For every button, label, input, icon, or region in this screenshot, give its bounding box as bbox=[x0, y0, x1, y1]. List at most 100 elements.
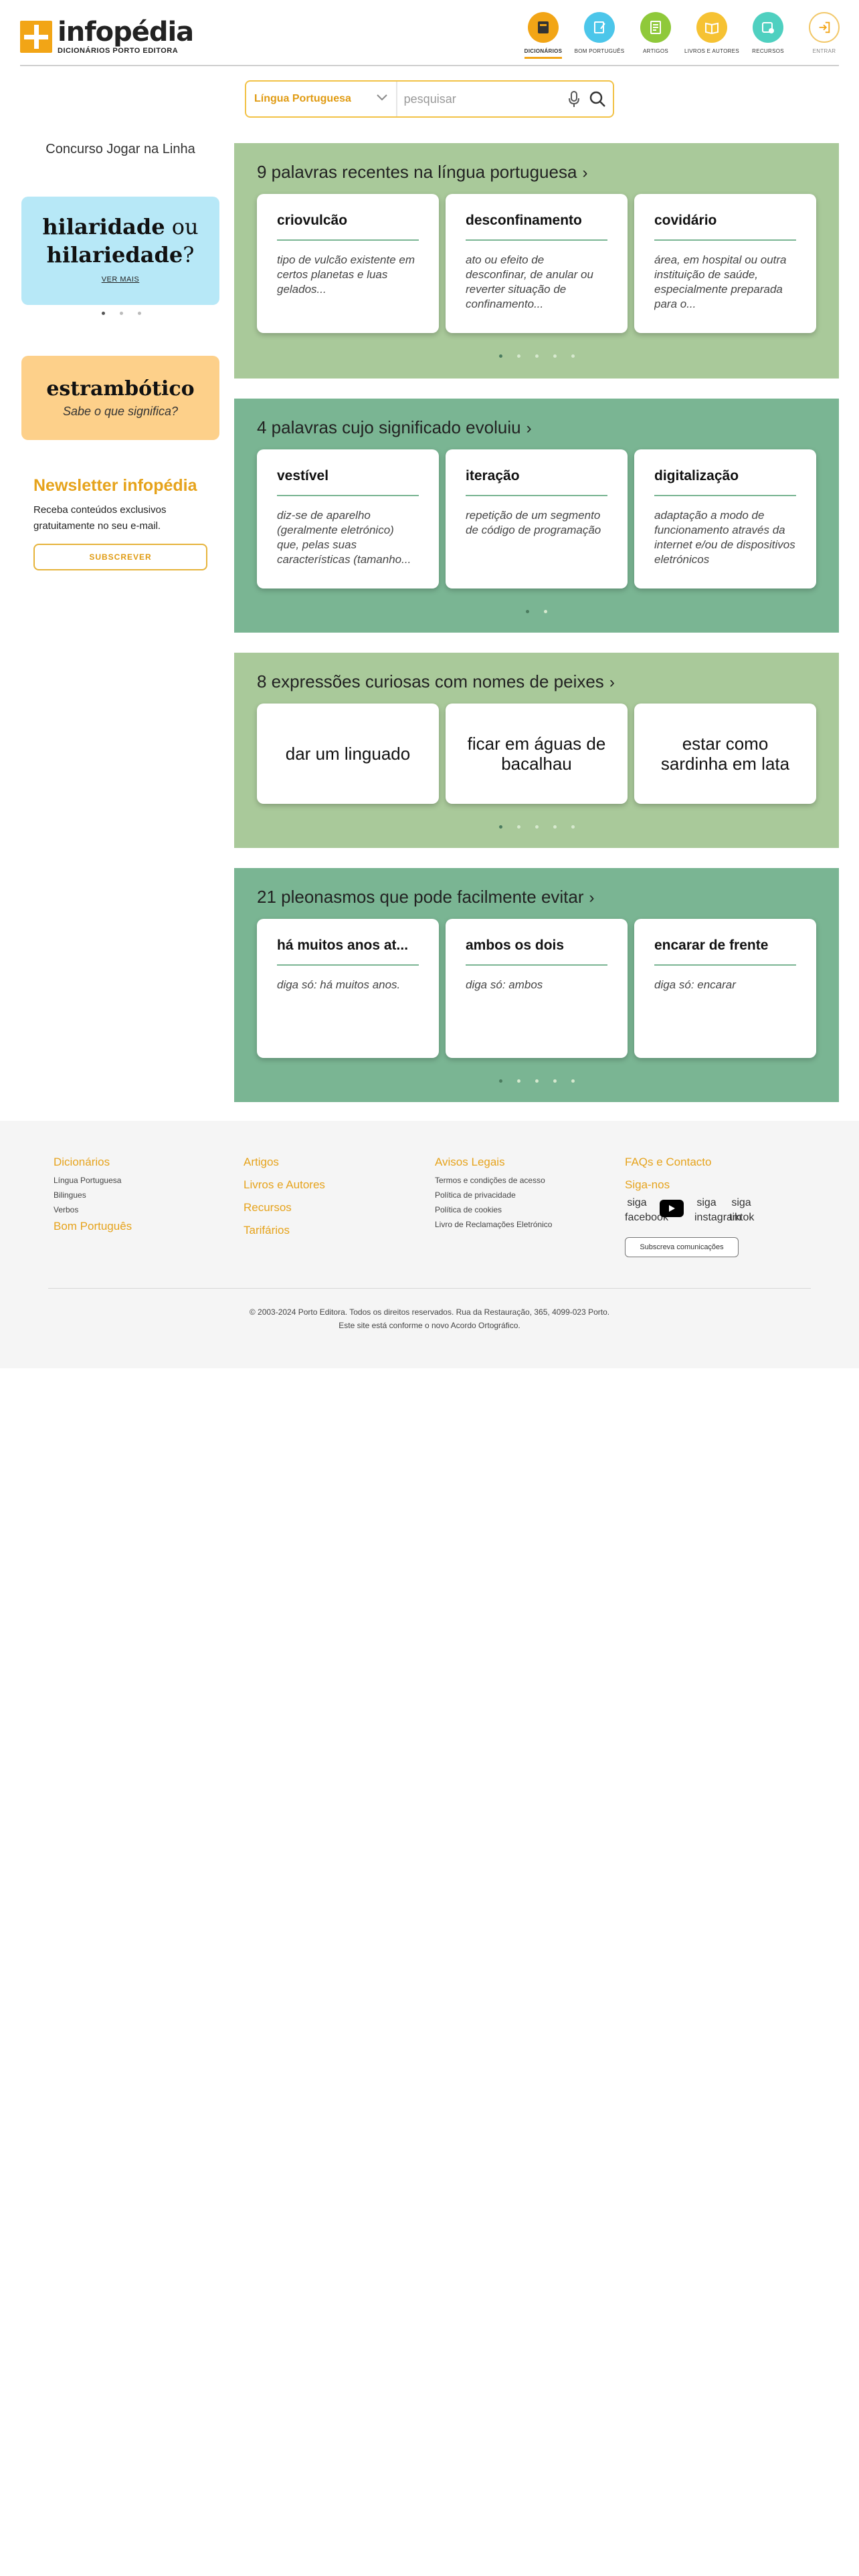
footer-heading[interactable]: Avisos Legais bbox=[435, 1156, 552, 1169]
word-card[interactable]: iteração repetição de um segmento de cód… bbox=[446, 449, 628, 588]
carousel-dot[interactable] bbox=[553, 1079, 557, 1083]
main-nav: DICIONÁRIOS BOM PORTUGUÊS ARTIGOS LIVROS… bbox=[515, 12, 852, 59]
footer-link[interactable]: Verbos bbox=[54, 1205, 132, 1214]
carousel-dot[interactable] bbox=[516, 1079, 520, 1083]
footer-link[interactable]: Bilingues bbox=[54, 1190, 132, 1200]
expression-card[interactable]: ficar em águas de bacalhau bbox=[446, 704, 628, 804]
carousel-dot[interactable] bbox=[535, 354, 539, 358]
nav-active-underline bbox=[524, 57, 562, 59]
word-card-title: encarar de frente bbox=[654, 938, 796, 966]
section-fish-expressions: 8 expressões curiosas com nomes de peixe… bbox=[234, 653, 839, 848]
nav-item-entrar[interactable]: ENTRAR bbox=[796, 12, 852, 59]
subscribe-communications-button[interactable]: Subscreva comunicações bbox=[625, 1237, 739, 1257]
facebook-icon[interactable]: siga facebook bbox=[625, 1196, 668, 1225]
footer-link[interactable]: Livro de Reclamações Eletrónico bbox=[435, 1220, 552, 1229]
carousel-dot[interactable] bbox=[553, 825, 557, 829]
carousel-dot[interactable] bbox=[544, 610, 547, 613]
carousel-dot[interactable] bbox=[102, 312, 105, 315]
word-card[interactable]: há muitos anos at... diga só: há muitos … bbox=[257, 919, 439, 1058]
word-card-definition: área, em hospital ou outra instituição d… bbox=[654, 253, 787, 310]
footer-heading[interactable]: Dicionários bbox=[54, 1156, 132, 1169]
footer-link[interactable]: Termos e condições de acesso bbox=[435, 1176, 552, 1185]
carousel-dot[interactable] bbox=[535, 1079, 539, 1083]
word-card-definition: diga só: encarar bbox=[654, 978, 736, 991]
footer-heading[interactable]: Artigos bbox=[244, 1156, 325, 1169]
word-of-day-card[interactable]: estrambótico Sabe o que significa? bbox=[21, 356, 219, 440]
carousel-dot[interactable] bbox=[498, 354, 502, 358]
carousel-dot[interactable] bbox=[516, 354, 520, 358]
word-card-title: há muitos anos at... bbox=[277, 938, 419, 966]
instagram-icon[interactable]: siga instagram bbox=[694, 1196, 741, 1225]
header: infopédia DICIONÁRIOS PORTO EDITORA DICI… bbox=[0, 0, 859, 66]
expression-card[interactable]: estar como sardinha em lata bbox=[634, 704, 816, 804]
word-card-definition: repetição de um segmento de código de pr… bbox=[466, 509, 601, 536]
section-title-link[interactable]: 21 pleonasmos que pode facilmente evitar… bbox=[257, 887, 595, 907]
nav-item-recursos[interactable]: RECURSOS bbox=[740, 12, 796, 59]
word-card-title: digitalização bbox=[654, 468, 796, 496]
dictionary-select[interactable]: Língua Portuguesa bbox=[246, 82, 397, 116]
word-card[interactable]: desconfinamento ato ou efeito de desconf… bbox=[446, 194, 628, 333]
tiktok-icon[interactable]: siga tiktok bbox=[729, 1196, 754, 1225]
expression-card[interactable]: dar um linguado bbox=[257, 704, 439, 804]
search-input[interactable] bbox=[397, 82, 566, 116]
word-card[interactable]: vestível diz-se de aparelho (geralmente … bbox=[257, 449, 439, 588]
carousel-dot[interactable] bbox=[498, 825, 502, 829]
carousel-dot[interactable] bbox=[535, 825, 539, 829]
word-doubt-card[interactable]: hilaridade ou hilariedade? VER MAIS bbox=[21, 197, 219, 305]
word-card[interactable]: ambos os dois diga só: ambos bbox=[446, 919, 628, 1058]
footer-heading: Siga-nos bbox=[625, 1178, 670, 1191]
page: infopédia DICIONÁRIOS PORTO EDITORA DICI… bbox=[0, 0, 859, 2576]
nav-item-bom-portugues[interactable]: BOM PORTUGUÊS bbox=[571, 12, 628, 59]
carousel-dot[interactable] bbox=[571, 354, 575, 358]
cards-row: vestível diz-se de aparelho (geralmente … bbox=[257, 449, 816, 588]
carousel-dot[interactable] bbox=[120, 312, 123, 315]
footer-heading[interactable]: Bom Português bbox=[54, 1220, 132, 1233]
chevron-right-icon: › bbox=[582, 164, 588, 182]
chevron-right-icon: › bbox=[609, 673, 615, 691]
cards-row: dar um linguado ficar em águas de bacalh… bbox=[257, 704, 816, 804]
subscribe-button[interactable]: SUBSCREVER bbox=[33, 544, 207, 570]
carousel-dot[interactable] bbox=[526, 610, 529, 613]
promo-image[interactable]: Concurso Jogar na Linha bbox=[21, 142, 219, 162]
section-title-link[interactable]: 4 palavras cujo significado evoluiu › bbox=[257, 417, 532, 438]
question-mark: ? bbox=[183, 242, 195, 267]
carousel-dot[interactable] bbox=[138, 312, 141, 315]
youtube-icon[interactable] bbox=[660, 1200, 684, 1217]
section-title-link[interactable]: 8 expressões curiosas com nomes de peixe… bbox=[257, 671, 615, 692]
nav-item-dicionarios[interactable]: DICIONÁRIOS bbox=[515, 12, 571, 59]
see-more-link[interactable]: VER MAIS bbox=[102, 276, 140, 284]
nav-item-artigos[interactable]: ARTIGOS bbox=[628, 12, 684, 59]
footer-heading[interactable]: Tarifários bbox=[244, 1224, 325, 1237]
section-title-link[interactable]: 9 palavras recentes na língua portuguesa… bbox=[257, 162, 587, 183]
search-icon[interactable] bbox=[589, 89, 606, 109]
footer-heading[interactable]: Recursos bbox=[244, 1201, 325, 1214]
newsletter-box: Newsletter infopédia Receba conteúdos ex… bbox=[33, 476, 207, 570]
footer-link[interactable]: Política de cookies bbox=[435, 1205, 552, 1214]
footer-heading[interactable]: FAQs e Contacto bbox=[625, 1156, 753, 1169]
word-or: ou bbox=[171, 214, 199, 239]
footer-link[interactable]: Língua Portuguesa bbox=[54, 1176, 132, 1185]
carousel-dot[interactable] bbox=[571, 825, 575, 829]
logo[interactable]: infopédia DICIONÁRIOS PORTO EDITORA bbox=[20, 17, 194, 55]
word-card[interactable]: covidário área, em hospital ou outra ins… bbox=[634, 194, 816, 333]
footer-link[interactable]: Política de privacidade bbox=[435, 1190, 552, 1200]
carousel-dot[interactable] bbox=[571, 1079, 575, 1083]
carousel-dot[interactable] bbox=[498, 1079, 502, 1083]
carousel-dots bbox=[102, 312, 141, 315]
word-card-definition: ato ou efeito de desconfinar, de anular … bbox=[466, 253, 593, 310]
carousel-dot[interactable] bbox=[516, 825, 520, 829]
dictionary-select-value: Língua Portuguesa bbox=[254, 93, 351, 104]
carousel-dots bbox=[234, 1079, 839, 1083]
nav-label: BOM PORTUGUÊS bbox=[574, 48, 625, 54]
carousel-dots bbox=[234, 825, 839, 829]
word-card[interactable]: encarar de frente diga só: encarar bbox=[634, 919, 816, 1058]
word-card[interactable]: digitalização adaptação a modo de funcio… bbox=[634, 449, 816, 588]
word-card[interactable]: criovulcão tipo de vulcão existente em c… bbox=[257, 194, 439, 333]
microphone-icon[interactable] bbox=[566, 89, 582, 109]
word-card-title: vestível bbox=[277, 468, 419, 496]
footer-heading[interactable]: Livros e Autores bbox=[244, 1178, 325, 1192]
nav-item-livros-e-autores[interactable]: LIVROS E AUTORES bbox=[684, 12, 740, 59]
section-title: 21 pleonasmos que pode facilmente evitar bbox=[257, 887, 584, 907]
logo-title: infopédia bbox=[58, 17, 194, 47]
carousel-dot[interactable] bbox=[553, 354, 557, 358]
